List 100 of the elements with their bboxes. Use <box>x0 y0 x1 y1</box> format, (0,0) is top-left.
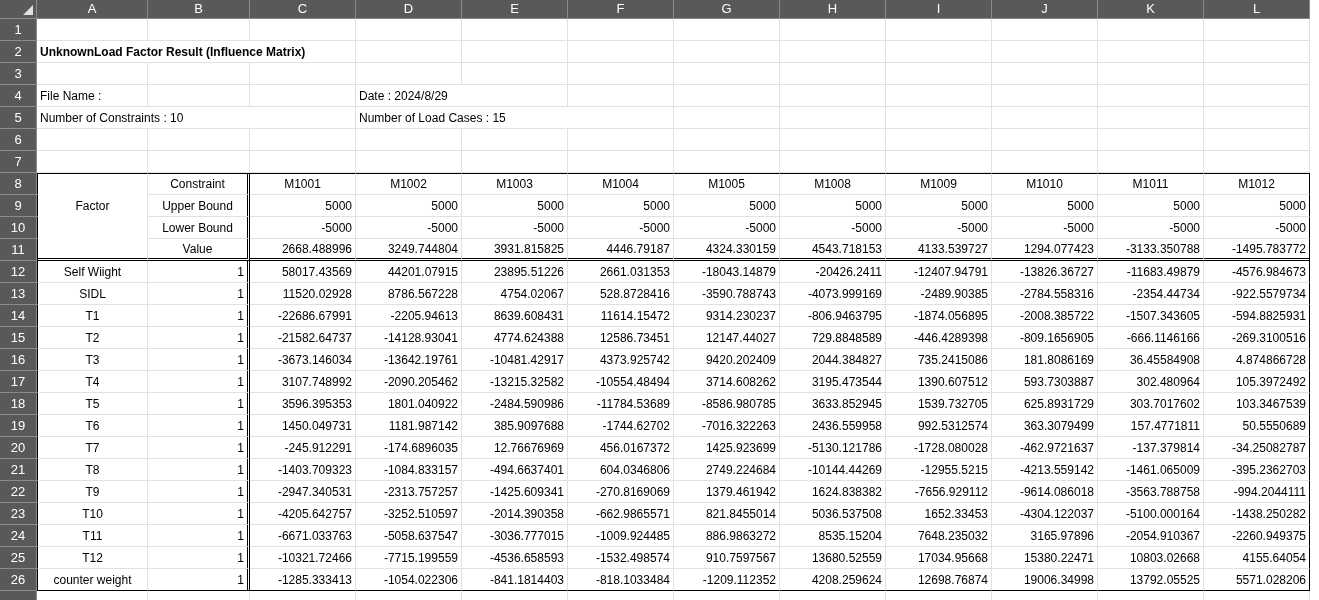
column-header[interactable]: F <box>568 0 674 19</box>
table-cell: -2313.757257 <box>356 481 462 503</box>
table-cell: -10554.48494 <box>568 371 674 393</box>
table-cell: -818.1033484 <box>568 569 674 591</box>
table-cell: -4536.658593 <box>462 547 568 569</box>
table-cell: 17034.95668 <box>886 547 992 569</box>
table-cell: -5000 <box>674 217 780 239</box>
row-number[interactable]: 5 <box>0 107 37 129</box>
row-number[interactable]: 11 <box>0 239 37 261</box>
column-header[interactable]: E <box>462 0 568 19</box>
table-cell: -2484.590986 <box>462 393 568 415</box>
table-cell: 363.3079499 <box>992 415 1098 437</box>
table-cell: 1 <box>148 327 250 349</box>
table-cell: -1209.112352 <box>674 569 780 591</box>
column-header[interactable]: A <box>37 0 148 19</box>
table-cell: -994.2044111 <box>1204 481 1310 503</box>
row-number[interactable]: 6 <box>0 129 37 151</box>
table-header-cell: M1003 <box>462 173 568 195</box>
table-cell: 8535.15204 <box>780 525 886 547</box>
table-cell: 1 <box>148 503 250 525</box>
table-cell: 8639.608431 <box>462 305 568 327</box>
row-number[interactable]: 22 <box>0 481 37 503</box>
table-cell: -18043.14879 <box>674 261 780 283</box>
table-cell: -5100.000164 <box>1098 503 1204 525</box>
table-cell: -594.8825931 <box>1204 305 1310 327</box>
column-header[interactable]: L <box>1204 0 1310 19</box>
row-number[interactable]: 12 <box>0 261 37 283</box>
table-cell: 593.7303887 <box>992 371 1098 393</box>
column-header[interactable]: J <box>992 0 1098 19</box>
table-cell: -34.25082787 <box>1204 437 1310 459</box>
table-cell: -22686.67991 <box>250 305 356 327</box>
table-cell: 1 <box>148 349 250 371</box>
table-cell: 1 <box>148 283 250 305</box>
row-number[interactable]: 4 <box>0 85 37 107</box>
row-number[interactable]: 16 <box>0 349 37 371</box>
row-number[interactable]: 3 <box>0 63 37 85</box>
table-cell: -13826.36727 <box>992 261 1098 283</box>
row-number[interactable]: 25 <box>0 547 37 569</box>
row-number[interactable]: 13 <box>0 283 37 305</box>
table-cell: 10803.02668 <box>1098 547 1204 569</box>
table-cell: 2749.224684 <box>674 459 780 481</box>
row-number[interactable]: 17 <box>0 371 37 393</box>
row-number[interactable]: 8 <box>0 173 37 195</box>
table-cell: 456.0167372 <box>568 437 674 459</box>
table-cell: 2044.384827 <box>780 349 886 371</box>
table-cell: -5000 <box>1098 217 1204 239</box>
table-cell: 2668.488996 <box>250 239 356 261</box>
column-header[interactable]: C <box>250 0 356 19</box>
row-number[interactable]: 14 <box>0 305 37 327</box>
table-cell: -269.3100516 <box>1204 327 1310 349</box>
table-cell: T12 <box>37 547 148 569</box>
table-cell: -20426.2411 <box>780 261 886 283</box>
table-cell: -7715.199559 <box>356 547 462 569</box>
select-all-triangle-icon[interactable] <box>23 5 33 15</box>
table-cell: 15380.22471 <box>992 547 1098 569</box>
table-cell: 3931.815825 <box>462 239 568 261</box>
table-cell: 5036.537508 <box>780 503 886 525</box>
table-cell: -2090.205462 <box>356 371 462 393</box>
table-header-cell: Lower Bound <box>148 217 250 239</box>
row-number[interactable]: 9 <box>0 195 37 217</box>
row-number[interactable]: 26 <box>0 569 37 591</box>
row-number[interactable]: 10 <box>0 217 37 239</box>
table-cell: -3252.510597 <box>356 503 462 525</box>
table-cell: 1379.461942 <box>674 481 780 503</box>
column-header[interactable]: K <box>1098 0 1204 19</box>
table-cell: 5000 <box>568 195 674 217</box>
row-number[interactable]: 7 <box>0 151 37 173</box>
column-header[interactable]: D <box>356 0 462 19</box>
column-header[interactable]: B <box>148 0 250 19</box>
column-header[interactable]: G <box>674 0 780 19</box>
table-cell: 303.7017602 <box>1098 393 1204 415</box>
table-cell: 12586.73451 <box>568 327 674 349</box>
column-header[interactable]: I <box>886 0 992 19</box>
table-cell: -1728.080028 <box>886 437 992 459</box>
row-number[interactable]: 19 <box>0 415 37 437</box>
row-number[interactable]: 15 <box>0 327 37 349</box>
table-cell: -2205.94613 <box>356 305 462 327</box>
table-cell: 1294.077423 <box>992 239 1098 261</box>
table-cell: 1801.040922 <box>356 393 462 415</box>
table-cell: 44201.07915 <box>356 261 462 283</box>
row-number[interactable]: 23 <box>0 503 37 525</box>
table-header-cell: M1010 <box>992 173 1098 195</box>
table-cell: -1054.022306 <box>356 569 462 591</box>
table-header-cell: M1012 <box>1204 173 1310 195</box>
column-header[interactable]: H <box>780 0 886 19</box>
table-cell: 1 <box>148 569 250 591</box>
table-cell: 1 <box>148 481 250 503</box>
row-number[interactable]: 18 <box>0 393 37 415</box>
row-number[interactable]: 2 <box>0 41 37 63</box>
table-cell: 58017.43569 <box>250 261 356 283</box>
table-cell: -245.912291 <box>250 437 356 459</box>
table-cell: 625.8931729 <box>992 393 1098 415</box>
row-number[interactable]: 21 <box>0 459 37 481</box>
row-number[interactable]: 20 <box>0 437 37 459</box>
row-number[interactable]: 1 <box>0 19 37 41</box>
row-number[interactable]: 24 <box>0 525 37 547</box>
table-cell: 1 <box>148 525 250 547</box>
table-cell: -10144.44269 <box>780 459 886 481</box>
table-cell: 5571.028206 <box>1204 569 1310 591</box>
table-cell: T3 <box>37 349 148 371</box>
